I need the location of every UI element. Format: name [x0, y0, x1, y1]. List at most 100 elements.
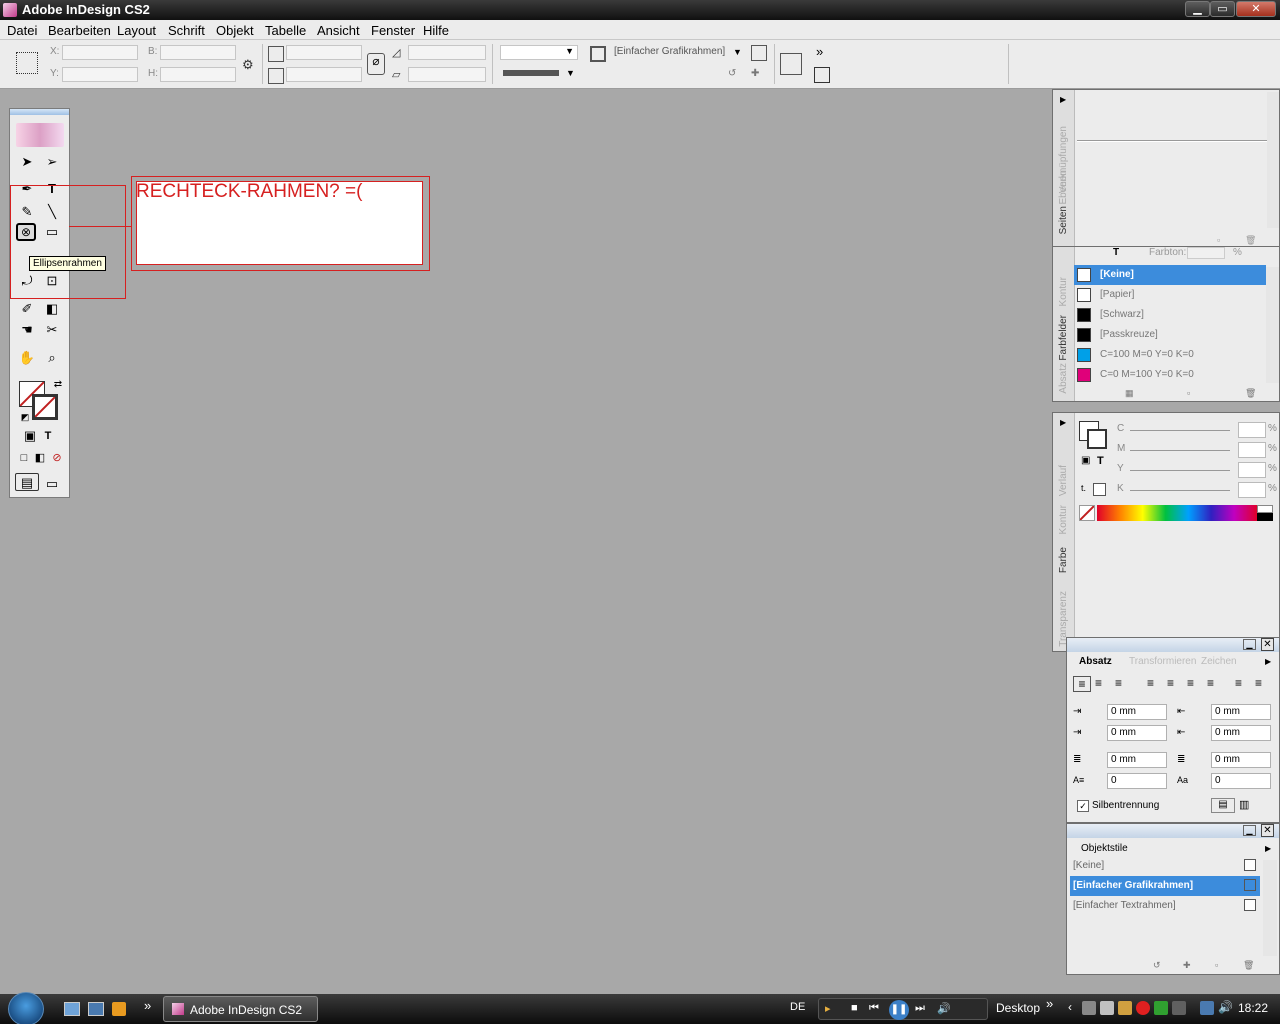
object-style-row[interactable]: [Einfacher Grafikrahmen] — [1070, 876, 1260, 896]
width-field[interactable] — [160, 45, 236, 60]
panel-menu-icon[interactable]: ▶ — [1060, 95, 1066, 104]
desktop-toolbar-more[interactable]: » — [1046, 996, 1053, 1011]
panel-menu-icon[interactable]: ▶ — [1265, 657, 1271, 666]
media-player-icon[interactable] — [112, 1002, 126, 1016]
black-swatch[interactable] — [1257, 513, 1273, 521]
channel-slider[interactable] — [1130, 430, 1230, 431]
delete-swatch-icon[interactable]: 🗑 — [1245, 388, 1256, 399]
quicklaunch-more-icon[interactable]: » — [144, 998, 151, 1013]
channel-value-field[interactable] — [1238, 482, 1266, 498]
hyphenation-checkbox[interactable]: ✓ — [1077, 800, 1089, 812]
tab-kontur[interactable]: Kontur — [1058, 277, 1069, 306]
formatting-container-icon[interactable]: ▣ — [20, 427, 40, 445]
drop-cap-lines-field[interactable]: 0 — [1107, 773, 1167, 789]
panel-menu-icon[interactable]: ▶ — [1265, 844, 1271, 853]
color-spectrum-bar[interactable] — [1097, 505, 1257, 521]
new-style-icon[interactable]: ✚ — [751, 68, 767, 84]
tray-tool-icon[interactable] — [1082, 1001, 1096, 1015]
shear-field[interactable] — [408, 67, 486, 82]
justify-left-icon[interactable]: ≡ — [1147, 676, 1154, 690]
close-panel-icon[interactable]: ✕ — [1261, 824, 1274, 837]
tab-farbfelder[interactable]: Farbfelder — [1058, 315, 1069, 361]
none-color-button[interactable] — [1079, 505, 1095, 521]
swatch-row[interactable]: C=100 M=0 Y=0 K=0 — [1074, 345, 1266, 365]
pages-divider[interactable] — [1077, 140, 1267, 142]
button-tool-icon[interactable]: ☚ — [17, 321, 37, 339]
stroke-swatch[interactable] — [32, 394, 58, 420]
object-style-select[interactable]: [Einfacher Grafikrahmen] — [611, 45, 745, 60]
menu-hilfe[interactable]: Hilfe — [423, 23, 449, 38]
justify-right-icon[interactable]: ≡ — [1187, 676, 1194, 690]
formatting-text-icon[interactable]: T — [38, 427, 58, 445]
close-button[interactable]: ✕ — [1236, 1, 1276, 17]
channel-slider[interactable] — [1130, 470, 1230, 471]
tab-verlauf[interactable]: Verlauf — [1058, 465, 1069, 496]
y-field[interactable] — [62, 67, 138, 82]
tab-farbe[interactable]: Farbe — [1058, 547, 1069, 573]
stop-icon[interactable]: ■ — [851, 1002, 858, 1014]
clear-attributes-icon[interactable]: ✚ — [1183, 960, 1191, 971]
align-to-grid-off-icon[interactable]: ▤ — [1211, 798, 1235, 813]
object-styles-panel-icon[interactable] — [751, 45, 767, 61]
toolbox-header[interactable] — [10, 109, 69, 115]
tab-verknuepfungen[interactable]: Verknüpfungen — [1058, 126, 1069, 193]
align-to-grid-on-icon[interactable]: ▥ — [1239, 798, 1249, 811]
menu-tabelle[interactable]: Tabelle — [265, 23, 306, 38]
pages-scrollbar[interactable] — [1267, 92, 1279, 228]
gradient-tool-icon[interactable]: ◧ — [42, 300, 62, 318]
object-style-row[interactable]: [Einfacher Textrahmen] — [1070, 896, 1260, 916]
reference-point-icon[interactable] — [16, 52, 38, 74]
tray-app-icon[interactable] — [1154, 1001, 1168, 1015]
preview-view-icon[interactable]: ▭ — [42, 475, 62, 493]
normal-view-icon[interactable]: ▤ — [15, 473, 39, 491]
frame-text[interactable]: RECHTECK-RAHMEN? =( — [136, 181, 362, 203]
channel-value-field[interactable] — [1238, 462, 1266, 478]
menu-layout[interactable]: Layout — [117, 23, 156, 38]
swatches-scrollbar[interactable] — [1266, 267, 1279, 383]
next-icon[interactable]: ⏭ — [915, 1002, 925, 1015]
swatch-row[interactable]: C=0 M=100 Y=0 K=0 — [1074, 365, 1266, 385]
tab-kontur-color[interactable]: Kontur — [1058, 505, 1069, 534]
last-line-indent-field[interactable]: 0 mm — [1211, 725, 1271, 741]
left-indent-field[interactable]: 0 mm — [1107, 704, 1167, 720]
volume-icon[interactable]: 🔊 — [937, 1002, 951, 1015]
right-indent-field[interactable]: 0 mm — [1211, 704, 1271, 720]
minimize-button[interactable]: ▁ — [1185, 1, 1210, 17]
tab-transformieren[interactable]: Transformieren — [1129, 656, 1196, 667]
channel-slider[interactable] — [1130, 450, 1230, 451]
tray-folder-icon[interactable] — [1118, 1001, 1132, 1015]
tab-zeichen[interactable]: Zeichen — [1201, 656, 1237, 667]
apply-none-icon[interactable]: ⊘ — [47, 449, 67, 467]
place-image-icon[interactable] — [780, 53, 802, 75]
tray-usb-icon[interactable] — [1100, 1001, 1114, 1015]
rotation-field[interactable] — [408, 45, 486, 60]
last-color-swatch[interactable] — [1093, 483, 1106, 496]
taskbar-button-indesign[interactable]: Adobe InDesign CS2 — [163, 996, 318, 1022]
default-colors-icon[interactable]: ◩ — [15, 408, 35, 426]
constrain-proportions-icon[interactable]: ⚙ — [242, 57, 258, 73]
hand-tool-icon[interactable]: ✋ — [17, 349, 37, 367]
close-panel-icon[interactable]: ✕ — [1261, 638, 1274, 651]
height-field[interactable] — [160, 67, 236, 82]
media-player-icon[interactable]: ▸ — [825, 1002, 831, 1015]
zoom-tool-icon[interactable]: ⌕ — [42, 349, 62, 367]
delete-style-icon[interactable]: 🗑 — [1243, 960, 1254, 971]
eyedropper-tool-icon[interactable]: ✐ — [17, 300, 37, 318]
tab-absatz[interactable]: Absatz — [1058, 363, 1069, 394]
formatting-text-icon[interactable]: T — [1097, 455, 1104, 467]
first-line-indent-field[interactable]: 0 mm — [1107, 725, 1167, 741]
new-page-icon[interactable]: ▫ — [1217, 235, 1220, 245]
stroke-type-dropdown-icon[interactable]: ▼ — [566, 68, 575, 78]
tab-seiten[interactable]: Seiten — [1058, 206, 1069, 234]
tray-antivirus-icon[interactable] — [1136, 1001, 1150, 1015]
scale-x-field[interactable] — [286, 45, 362, 60]
network-icon[interactable] — [1200, 1001, 1214, 1015]
pause-icon[interactable]: ❚❚ — [889, 1000, 909, 1020]
channel-slider[interactable] — [1130, 490, 1230, 491]
space-before-field[interactable]: 0 mm — [1107, 752, 1167, 768]
tray-monitor-icon[interactable] — [1172, 1001, 1186, 1015]
tab-absatz-paragraph[interactable]: Absatz — [1079, 656, 1112, 667]
swatch-row[interactable]: [Schwarz] — [1074, 305, 1266, 325]
align-towards-spine-icon[interactable]: ≡ — [1235, 676, 1242, 690]
text-frame[interactable]: RECHTECK-RAHMEN? =( — [131, 176, 430, 271]
